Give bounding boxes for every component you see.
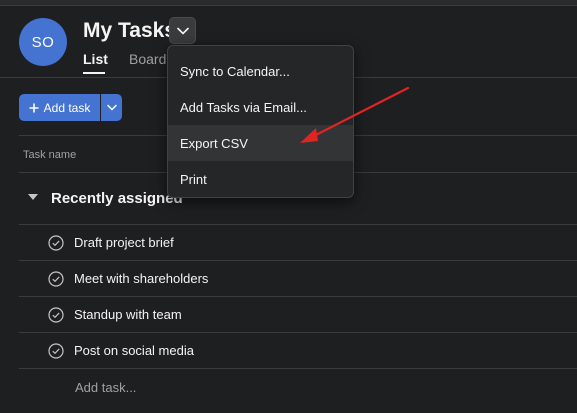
tab-board[interactable]: Board	[129, 51, 166, 67]
title-menu-button[interactable]	[169, 17, 196, 44]
task-name[interactable]: Standup with team	[74, 307, 182, 322]
table-row[interactable]: Meet with shareholders	[19, 261, 577, 297]
menu-item-print[interactable]: Print	[168, 161, 353, 197]
section-title[interactable]: Recently assigned	[51, 190, 183, 207]
check-circle-icon[interactable]	[48, 307, 64, 323]
menu-item-export-csv[interactable]: Export CSV	[168, 125, 353, 161]
caret-down-icon[interactable]	[27, 193, 39, 201]
check-circle-icon[interactable]	[48, 235, 64, 251]
top-strip	[0, 0, 577, 6]
check-circle-icon[interactable]	[48, 271, 64, 287]
task-name[interactable]: Draft project brief	[74, 235, 174, 250]
avatar[interactable]: SO	[19, 18, 67, 66]
add-task-inline[interactable]: Add task...	[75, 380, 136, 395]
chevron-down-icon	[176, 27, 189, 35]
add-task-button[interactable]: Add task	[19, 94, 100, 121]
tab-active-underline	[83, 72, 105, 74]
table-row[interactable]: Post on social media	[19, 333, 577, 369]
add-task-dropdown-button[interactable]	[101, 94, 122, 121]
table-row[interactable]: Standup with team	[19, 297, 577, 333]
column-header-task-name[interactable]: Task name	[23, 149, 76, 161]
chevron-down-icon	[106, 104, 117, 111]
menu-item-add-tasks-email[interactable]: Add Tasks via Email...	[168, 89, 353, 125]
plus-icon	[29, 103, 39, 112]
app-window: SO My Tasks List Board Add task Task nam…	[0, 0, 577, 413]
task-name[interactable]: Post on social media	[74, 343, 194, 358]
page-title: My Tasks	[83, 19, 176, 42]
table-row[interactable]: Draft project brief	[19, 225, 577, 261]
add-task-label: Add task	[43, 100, 91, 115]
menu-item-sync-calendar[interactable]: Sync to Calendar...	[168, 53, 353, 89]
tab-list[interactable]: List	[83, 51, 108, 67]
task-name[interactable]: Meet with shareholders	[74, 271, 208, 286]
dropdown-menu: Sync to Calendar... Add Tasks via Email.…	[167, 45, 354, 198]
check-circle-icon[interactable]	[48, 343, 64, 359]
